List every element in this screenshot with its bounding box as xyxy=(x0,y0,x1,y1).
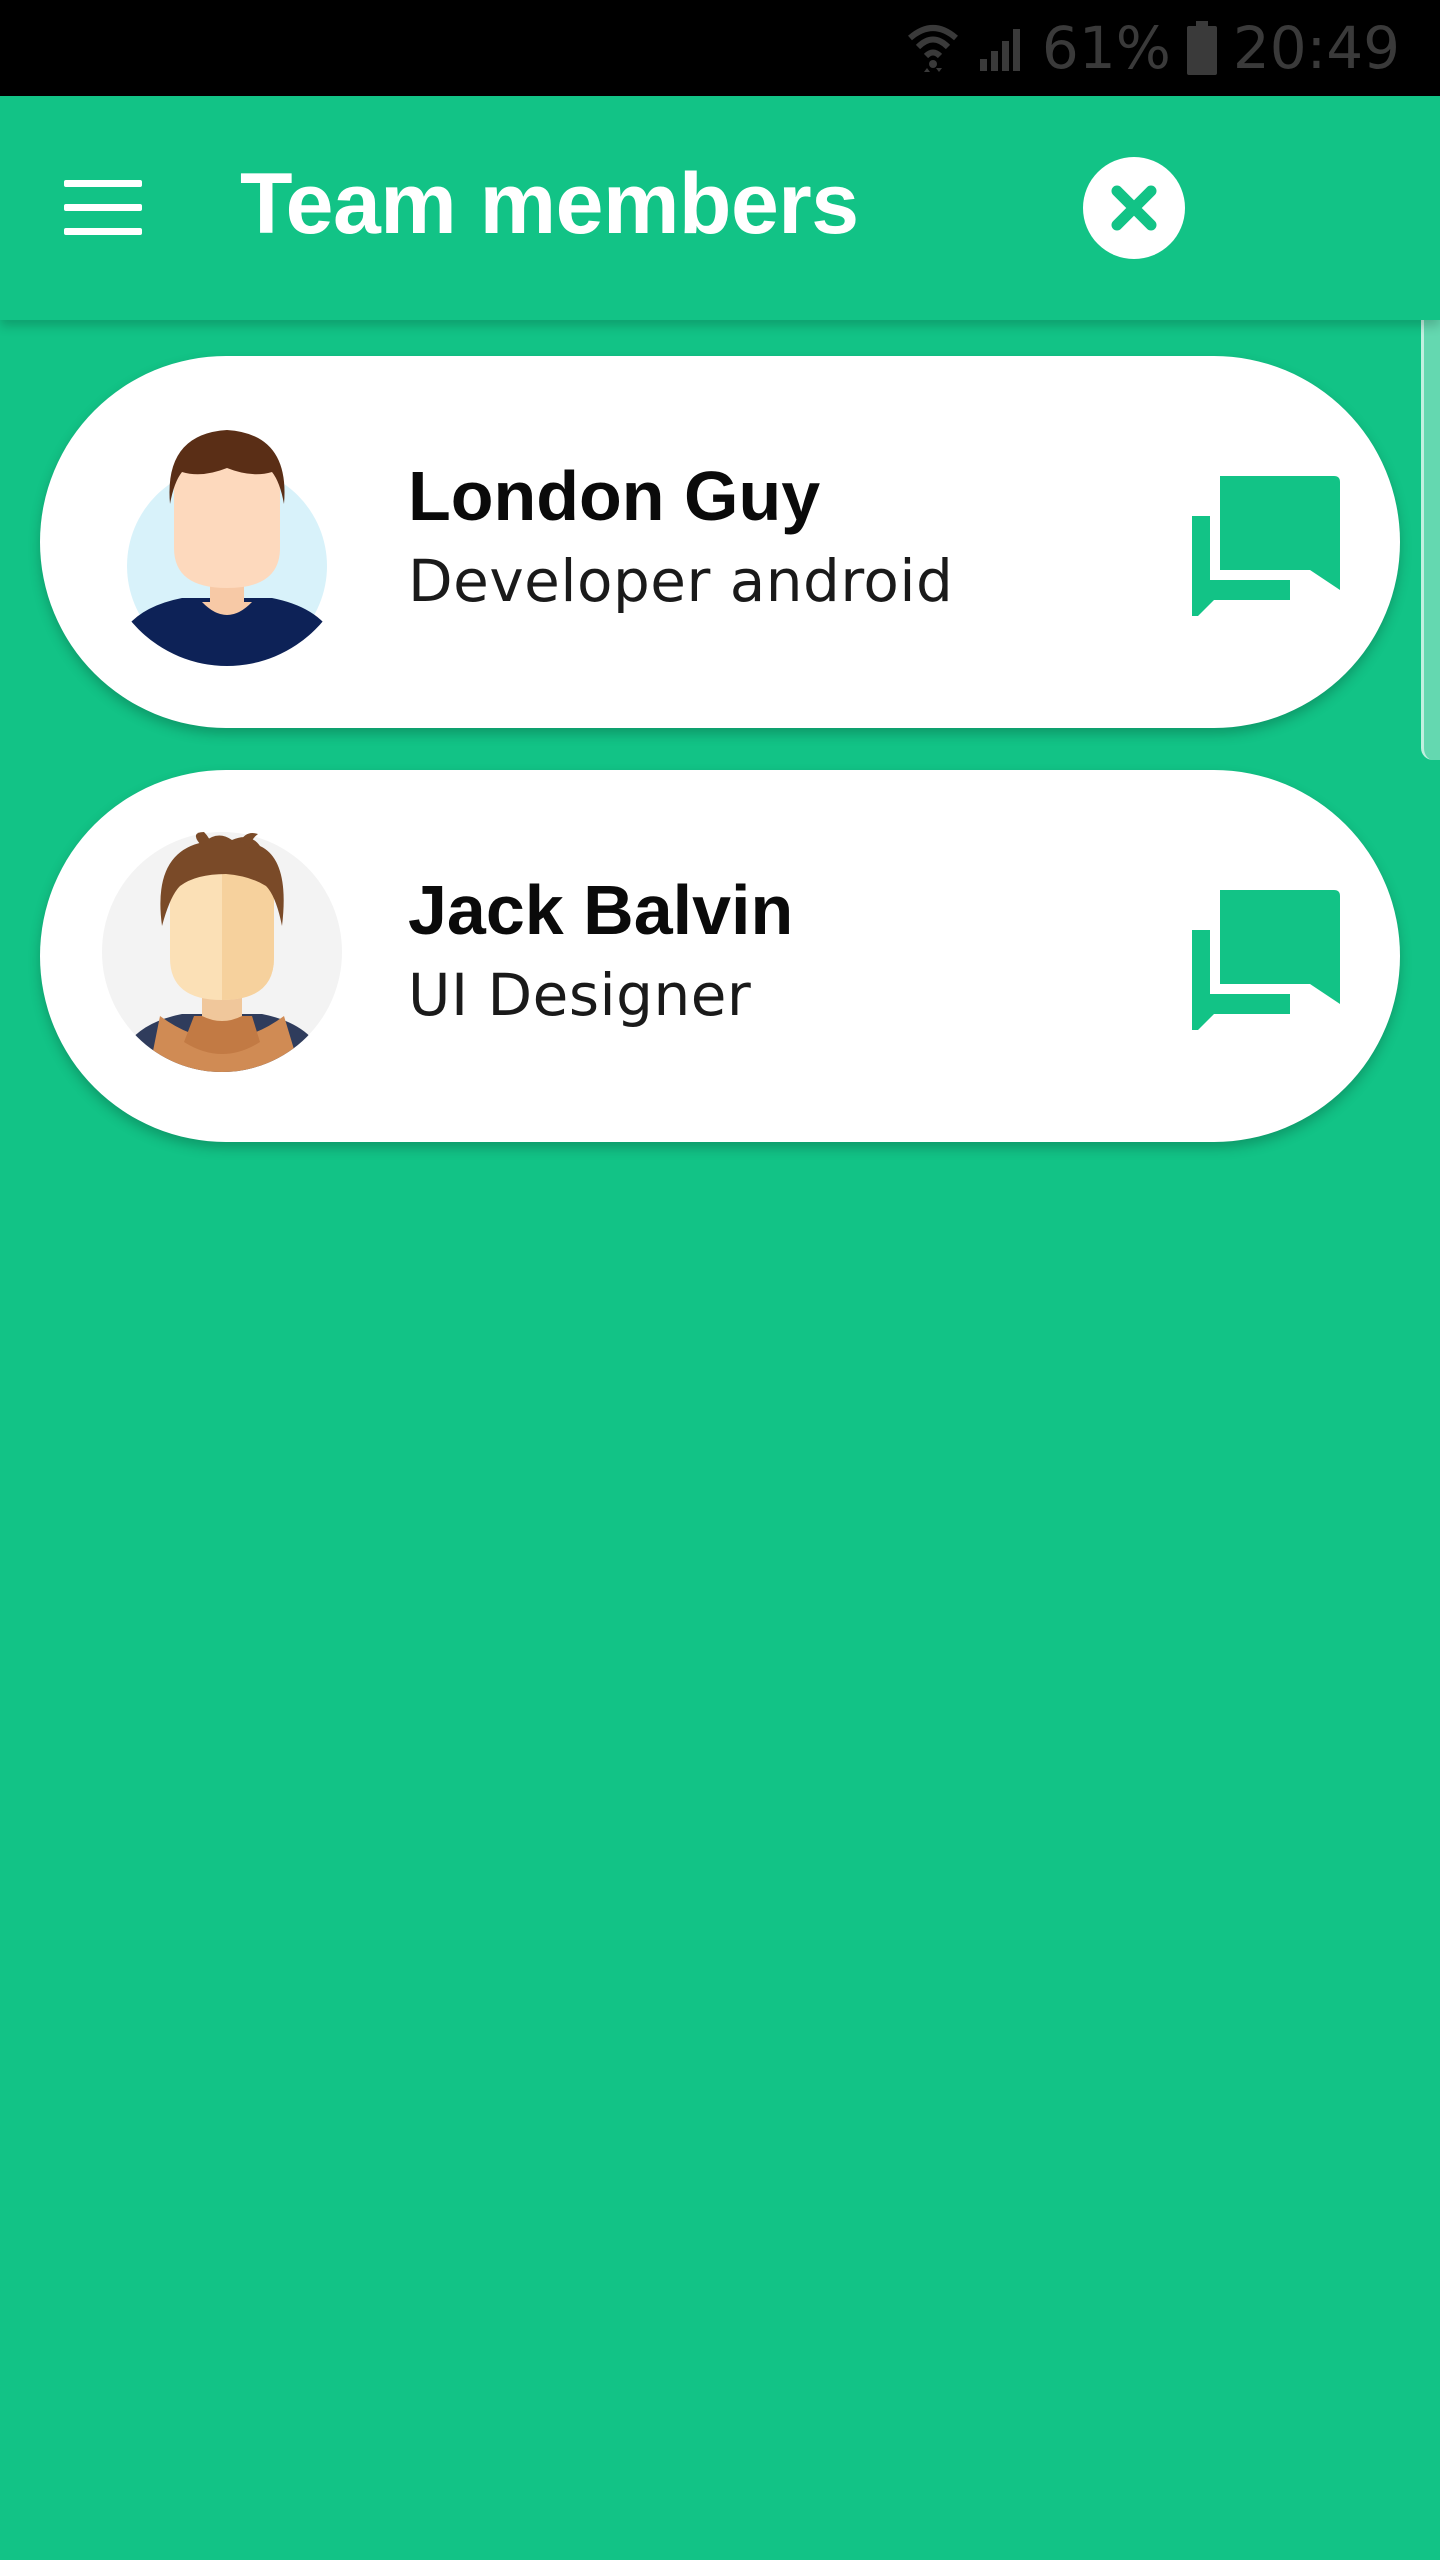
scroll-indicator[interactable] xyxy=(1421,290,1440,760)
member-card-london-guy[interactable]: London Guy Developer android xyxy=(40,356,1400,728)
avatar-male-short-hair-icon xyxy=(112,430,342,666)
chat-button[interactable] xyxy=(1190,880,1340,1036)
chat-icon xyxy=(1192,890,1340,1036)
avatar xyxy=(100,830,344,1074)
member-card-jack-balvin[interactable]: Jack Balvin UI Designer xyxy=(40,770,1400,1142)
close-icon xyxy=(1111,185,1157,231)
wifi-icon xyxy=(906,20,960,76)
signal-icon xyxy=(976,23,1026,73)
close-button[interactable] xyxy=(1083,157,1185,259)
member-name: Jack Balvin xyxy=(408,871,794,949)
member-role: UI Designer xyxy=(408,961,752,1029)
battery-icon xyxy=(1186,21,1217,75)
app-bar: Team members xyxy=(0,96,1440,320)
chat-icon xyxy=(1192,476,1340,622)
avatar-male-scarf-icon xyxy=(102,832,342,1072)
member-role: Developer android xyxy=(408,547,954,615)
hamburger-menu-icon[interactable] xyxy=(58,174,150,242)
member-name: London Guy xyxy=(408,457,821,535)
chat-button[interactable] xyxy=(1190,466,1340,622)
status-bar: 61% 20:49 xyxy=(0,0,1440,96)
avatar xyxy=(102,416,352,666)
clock: 20:49 xyxy=(1232,14,1400,82)
page-title: Team members xyxy=(240,156,859,252)
battery-percent: 61% xyxy=(1041,14,1171,82)
